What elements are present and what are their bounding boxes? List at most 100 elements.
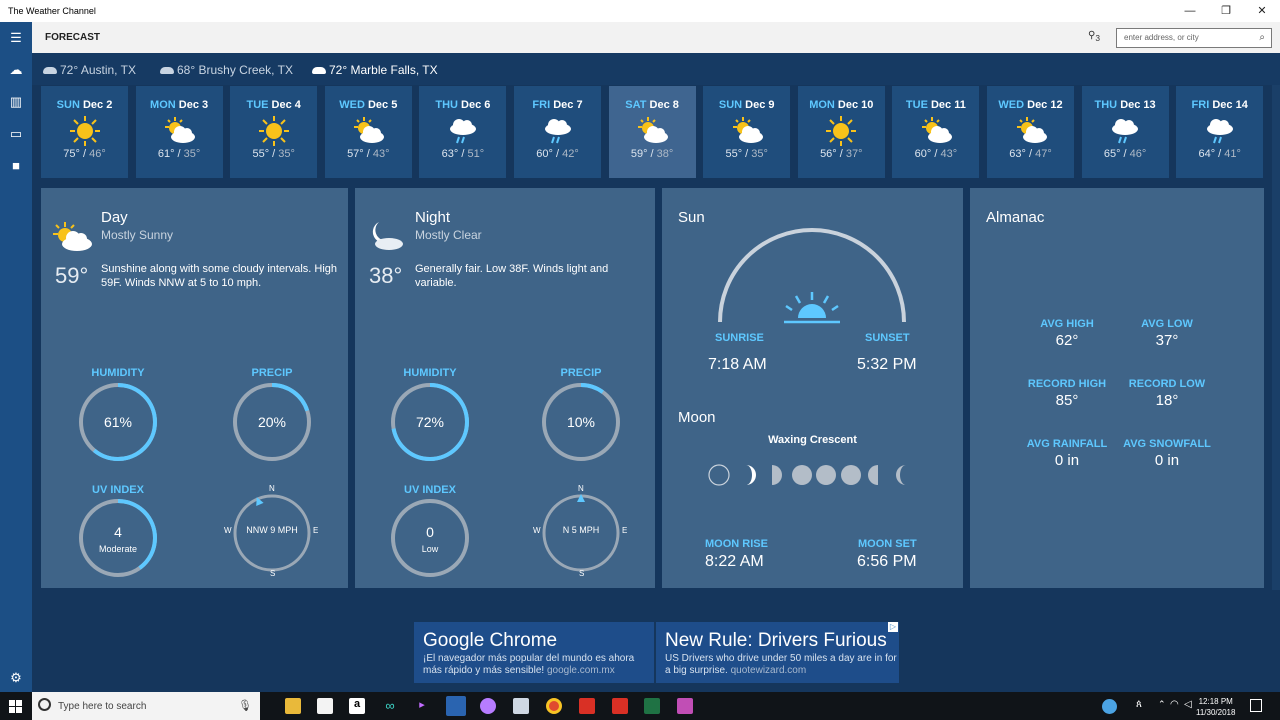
night-condition: Mostly Clear <box>415 228 482 242</box>
precip-label: PRECIP <box>560 367 602 379</box>
notification-icon[interactable] <box>1250 699 1262 712</box>
day-label: THU Dec 6 <box>419 99 506 111</box>
location-marble-falls[interactable]: 72° Marble Falls, TX <box>312 63 438 77</box>
day-low: 42° <box>562 148 579 160</box>
camera-app-icon[interactable] <box>513 698 529 714</box>
humidity-value: 61% <box>103 414 133 430</box>
compass-s: S <box>270 569 276 578</box>
ad-url: quotewizard.com <box>730 665 807 676</box>
chrome-icon[interactable] <box>546 698 562 714</box>
day-card[interactable]: FRI Dec 7 60° / 42° <box>514 86 601 178</box>
day-card[interactable]: SUN Dec 2 75° / 46° <box>41 86 128 178</box>
almanac-panel: Almanac AVG HIGH 62° AVG LOW 37° RECORD HI… <box>970 188 1264 588</box>
day-card[interactable]: SUN Dec 9 55° / 35° <box>703 86 791 178</box>
day-high: 75° <box>63 148 80 160</box>
sun-title: Sun <box>678 209 705 226</box>
volume-icon[interactable]: ◁ <box>1184 699 1192 710</box>
news-icon[interactable]: ▭ <box>0 122 32 146</box>
day-card[interactable]: WED Dec 12 63° / 47° <box>987 86 1074 178</box>
day-label: TUE Dec 11 <box>892 99 979 111</box>
purple-app-icon[interactable]: ▸ <box>414 698 430 714</box>
day-date: Dec 5 <box>367 99 398 111</box>
weather-channel-taskbar-icon[interactable] <box>446 696 466 716</box>
minimize-button[interactable]: — <box>1172 0 1208 22</box>
rain-icon <box>419 114 506 148</box>
gear-icon[interactable]: ⚙ <box>0 666 32 690</box>
day-card[interactable]: MON Dec 3 61° / 35° <box>135 86 223 178</box>
moon-title: Moon <box>678 409 716 426</box>
wifi-icon[interactable]: ◠ <box>1170 699 1179 710</box>
ad-chrome[interactable]: Google Chrome ¡El navegador más popular … <box>414 622 654 683</box>
video-icon[interactable]: ■ <box>0 154 32 178</box>
sun-icon <box>798 114 885 148</box>
waning-gibbous-icon <box>841 465 861 485</box>
maps-icon[interactable]: ▥ <box>0 90 32 114</box>
day-card[interactable]: WED Dec 5 57° / 43° <box>324 86 412 178</box>
day-label: MON Dec 10 <box>798 99 885 111</box>
day-temps: 75° / 46° <box>63 148 106 160</box>
taskbar-search-input[interactable]: Type here to search 🎙 <box>32 692 260 720</box>
hamburger-menu-icon[interactable]: ☰ <box>0 26 32 50</box>
full-moon-icon <box>816 465 836 485</box>
day-weekday: SAT <box>625 99 647 111</box>
day-low: 37° <box>845 148 863 160</box>
store-icon[interactable] <box>317 698 333 714</box>
people-icon[interactable]: ጰ <box>1136 699 1142 710</box>
day-high: 57° <box>347 148 364 160</box>
compass-w: W <box>224 526 232 535</box>
day-date: Dec 9 <box>745 99 775 111</box>
uv-label: UV INDEX <box>92 484 144 496</box>
partly-cloudy-icon <box>609 114 696 148</box>
ad-url: google.com.mx <box>546 665 615 676</box>
day-card[interactable]: THU Dec 13 65° / 46° <box>1081 86 1169 178</box>
ad-choices-icon[interactable]: ▷ <box>888 622 898 632</box>
day-low: 35° <box>278 148 295 160</box>
uv-text: Moderate <box>98 544 138 554</box>
search-icon[interactable]: ⌕ <box>1259 32 1265 43</box>
infinity-icon[interactable]: ∞ <box>382 698 398 714</box>
location-austin[interactable]: 72° Austin, TX <box>43 63 136 77</box>
almanac-avg-rainfall: AVG RAINFALL 0 in <box>1012 438 1122 469</box>
excel-icon[interactable] <box>644 698 660 714</box>
photos-icon[interactable] <box>677 698 693 714</box>
day-date: Dec 10 <box>837 99 874 111</box>
location-pin-icon[interactable]: ⚲3 <box>1088 30 1100 43</box>
new-moon-icon <box>708 464 730 486</box>
day-card[interactable]: FRI Dec 14 64° / 41° <box>1176 86 1264 178</box>
header: FORECAST ⚲3 enter address, or city ⌕ <box>32 22 1280 53</box>
help-icon[interactable] <box>1102 699 1117 714</box>
search-input[interactable]: enter address, or city ⌕ <box>1116 28 1272 48</box>
day-high: 60° <box>536 148 553 160</box>
day-temps: 63° / 51° <box>441 148 485 160</box>
day-weekday: THU <box>435 99 458 111</box>
scrollbar[interactable] <box>1272 85 1280 590</box>
day-card[interactable]: THU Dec 6 63° / 51° <box>419 86 507 178</box>
close-button[interactable]: ✕ <box>1244 0 1280 22</box>
compass-n: N <box>269 484 275 493</box>
microphone-icon[interactable]: 🎙 <box>238 699 252 712</box>
day-card[interactable]: TUE Dec 11 60° / 43° <box>892 86 980 178</box>
day-label: FRI Dec 14 <box>1176 99 1263 111</box>
windows-start-icon[interactable] <box>9 700 22 713</box>
app-title: The Weather Channel <box>8 6 96 16</box>
paint-app-icon[interactable] <box>480 698 496 714</box>
day-card[interactable]: SAT Dec 8 59° / 38° <box>608 86 696 178</box>
gmail-icon[interactable] <box>579 698 595 714</box>
day-card[interactable]: MON Dec 10 56° / 37° <box>797 86 885 178</box>
last-quarter-icon <box>868 465 878 485</box>
amazon-icon[interactable]: a <box>349 698 365 714</box>
day-high: 56° <box>820 148 837 160</box>
day-weekday: SUN <box>56 99 80 111</box>
ad-drivers[interactable]: New Rule: Drivers Furious US Drivers who… <box>656 622 899 683</box>
file-explorer-icon[interactable] <box>285 698 301 714</box>
day-card[interactable]: TUE Dec 4 55° / 35° <box>230 86 318 178</box>
location-brushy-creek[interactable]: 68° Brushy Creek, TX <box>160 63 293 77</box>
precip-value: 10% <box>566 414 596 430</box>
gmail-icon-2[interactable] <box>612 698 628 714</box>
day-weekday: MON <box>150 99 176 111</box>
day-temps: 55° / 35° <box>252 148 295 160</box>
tray-chevron-icon[interactable]: ⌃ <box>1158 699 1166 710</box>
maximize-button[interactable]: ❐ <box>1208 0 1244 22</box>
clock[interactable]: 12:18 PM 11/30/2018 <box>1196 696 1235 718</box>
forecast-icon[interactable]: ☁ <box>0 58 32 82</box>
